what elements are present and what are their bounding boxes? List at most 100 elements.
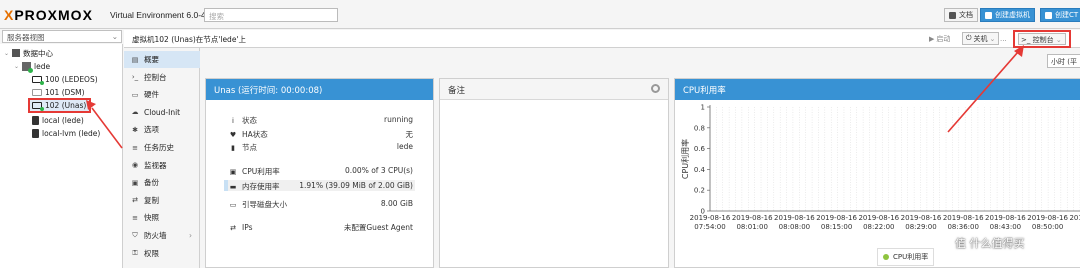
nav-item-4[interactable]: ✱ 选项 — [124, 121, 200, 138]
create-vm-button[interactable]: 创建虚拟机 — [980, 8, 1035, 22]
heartbeat-icon: ♥ — [229, 130, 237, 139]
desktop-icon — [985, 11, 992, 19]
tree-datacenter[interactable]: ⌄ 数据中心 — [4, 47, 53, 59]
nav-item-label: Cloud-Init — [144, 107, 181, 117]
status-row-key: ▭ 引导磁盘大小 — [228, 199, 287, 210]
cpu-icon: ▣ — [229, 167, 237, 176]
chevron-down-icon: ⌄ — [1055, 36, 1062, 44]
status-panel: Unas (运行时间: 00:00:08) i 状态 running ♥ HA状态 无 ▮ 节… — [205, 78, 434, 268]
status-key-label: 内存使用率 — [242, 182, 280, 191]
notes-panel-title: 备注 — [440, 79, 668, 100]
play-icon: ▶ — [929, 34, 935, 43]
nav-item-7[interactable]: ▣ 备份 — [124, 174, 200, 191]
chart-x-tick-time: 08:15:00 — [821, 223, 852, 231]
start-button[interactable]: ▶ 启动 — [926, 32, 953, 45]
status-key-label: 引导磁盘大小 — [242, 200, 287, 209]
tree-storage-local[interactable]: local (lede) — [32, 114, 84, 126]
nav-item-10[interactable]: ⛉ 防火墙 › — [124, 227, 200, 244]
status-row-key: ▬ 内存使用率 — [228, 181, 280, 192]
status-row: i 状态 running — [228, 115, 413, 126]
tree-vm-100[interactable]: 100 (LEDEOS) — [32, 73, 98, 85]
chart-x-tick-date: 2019-08-16 — [732, 214, 773, 222]
shutdown-button[interactable]: ⏻ 关机 ⌄ — [962, 32, 1000, 45]
vm-running-icon — [32, 75, 44, 85]
status-value: 未配置Guest Agent — [343, 223, 413, 232]
watermark: 值 什么值得买 — [955, 237, 1025, 250]
tree-storage-local-lvm[interactable]: local-lvm (lede) — [32, 127, 100, 139]
building-icon: ▮ — [231, 143, 235, 152]
chart-x-tick-date: 2019-08-16 — [1027, 214, 1068, 222]
console-button-highlight[interactable]: >_ 控制台 ⌄ — [1013, 30, 1071, 48]
storage-icon — [32, 115, 39, 125]
vm-nav-menu: ▤ 概要 ›_ 控制台 ▭ 硬件 ☁ Cloud-Init ✱ 选项 ≡ 任务历史 ◉ 监视器 ▣ 备份 ⇄ 复制… — [124, 48, 200, 268]
console-button[interactable]: >_ 控制台 ⌄ — [1018, 33, 1066, 45]
timeframe-select[interactable]: 小时 (平 — [1047, 54, 1080, 68]
docs-button[interactable]: 文档 — [944, 8, 978, 22]
nav-item-0[interactable]: ▤ 概要 — [124, 51, 200, 68]
terminal-icon: ›_ — [131, 73, 139, 82]
nav-item-8[interactable]: ⇄ 复制 — [124, 192, 200, 209]
chart-x-tick-time: 08:43:00 — [990, 223, 1021, 231]
nav-item-9[interactable]: ≡ 快照 — [124, 209, 200, 226]
status-row: ▬ 内存使用率 1.91% (39.09 MiB of 2.00 GiB) — [228, 181, 413, 192]
history-icon: ≡ — [132, 213, 138, 222]
create-ct-button[interactable]: 创建CT — [1040, 8, 1080, 22]
nav-item-5[interactable]: ≡ 任务历史 — [124, 139, 200, 156]
nav-item-label: 复制 — [144, 195, 159, 205]
nav-item-label: 任务历史 — [144, 143, 174, 152]
status-row-key: ▮ 节点 — [228, 142, 257, 153]
nav-item-11[interactable]: ⚿ 权限 — [124, 245, 200, 262]
chevron-right-icon: › — [189, 231, 192, 240]
vm-running-icon — [32, 102, 44, 111]
gear-icon[interactable] — [651, 84, 660, 93]
nav-item-3[interactable]: ☁ Cloud-Init — [124, 104, 200, 121]
resource-tree: ⌄ 数据中心 ⌄ lede 100 (LEDEOS) 101 (DSM) 102 (… — [0, 44, 123, 268]
history-icon: ≡ — [132, 143, 138, 152]
chart-x-tick-time: 07:54:00 — [694, 223, 725, 231]
chart-x-tick-date: 2019-08-16 — [1069, 214, 1080, 222]
search-input[interactable]: 搜索 — [204, 8, 338, 22]
product-version: Virtual Environment 6.0-4 — [110, 10, 206, 20]
nav-item-label: 硬件 — [144, 90, 159, 100]
status-key-label: IPs — [242, 223, 253, 232]
page-title: 虚拟机102 (Unas)在节点'lede'上 — [132, 35, 246, 44]
top-header: XPROXMOX Virtual Environment 6.0-4 搜索 文档… — [0, 0, 1080, 29]
status-value: lede — [396, 142, 413, 151]
nav-item-6[interactable]: ◉ 监视器 — [124, 157, 200, 174]
cpu-panel-title: CPU利用率 — [675, 79, 1080, 100]
view-select[interactable]: 服务器视图 ⌄ — [2, 30, 122, 43]
chart-x-tick-time: 08:36:00 — [947, 223, 978, 231]
tree-vm-101[interactable]: 101 (DSM) — [32, 86, 85, 98]
retweet-icon: ⇄ — [132, 196, 138, 205]
nav-item-label: 备份 — [144, 178, 159, 188]
chevron-down-icon: ⌄ — [989, 34, 996, 43]
status-key-label: 状态 — [242, 116, 257, 125]
nav-item-1[interactable]: ›_ 控制台 — [124, 69, 200, 86]
chart-x-tick-date: 2019-08-16 — [816, 214, 857, 222]
power-icon: ⏻ — [966, 34, 972, 42]
proxmox-logo: XPROXMOX — [4, 7, 93, 23]
tree-vm-102[interactable]: 102 (Unas) — [28, 98, 92, 113]
status-row-key: ▣ CPU利用率 — [228, 166, 280, 177]
status-key-label: HA状态 — [242, 130, 268, 139]
status-value: running — [384, 115, 413, 124]
legend-swatch — [883, 254, 889, 260]
more-button[interactable]: ... — [997, 32, 1010, 45]
status-row-key: i 状态 — [228, 115, 257, 126]
nav-item-label: 概要 — [144, 55, 159, 64]
chart-legend[interactable]: CPU利用率 — [877, 248, 935, 266]
tree-node-lede[interactable]: ⌄ lede — [14, 60, 50, 73]
chart-y-tick-label: 0.2 — [694, 187, 705, 195]
nav-item-label: 控制台 — [144, 72, 167, 82]
terminal-icon: >_ — [1021, 36, 1031, 44]
status-row-key: ⇄ IPs — [228, 222, 253, 233]
chart-y-tick-label: 0.6 — [694, 145, 706, 153]
status-key-label: CPU利用率 — [242, 167, 280, 176]
nav-item-2[interactable]: ▭ 硬件 — [124, 86, 200, 103]
info-icon: i — [232, 116, 234, 125]
memory-icon: ▬ — [229, 182, 237, 191]
exchange-icon: ⇄ — [230, 223, 236, 232]
floppy-icon: ▣ — [131, 178, 139, 187]
monitor-icon: ▭ — [131, 90, 139, 99]
chart-x-tick-time: 08:08:00 — [779, 223, 810, 231]
